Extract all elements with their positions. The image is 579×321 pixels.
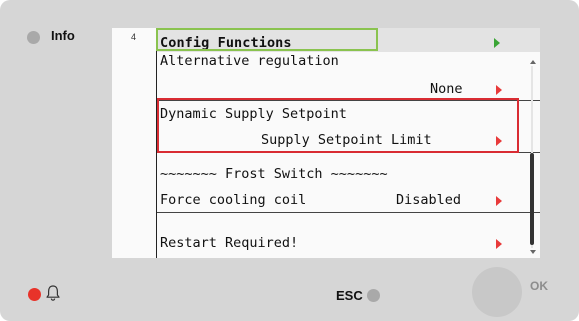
row-divider	[157, 212, 540, 213]
info-label: Info	[51, 28, 75, 43]
scroll-thumb[interactable]	[530, 153, 534, 245]
alt-regulation-value[interactable]: None	[430, 81, 463, 97]
alt-regulation-label[interactable]: Alternative regulation	[160, 53, 339, 69]
ok-button-icon[interactable]	[472, 267, 522, 317]
bell-icon[interactable]	[45, 284, 61, 302]
scroll-down-icon[interactable]	[530, 250, 536, 254]
info-led-icon[interactable]	[27, 31, 40, 44]
menu-arrow-icon[interactable]	[494, 38, 500, 48]
control-panel: Info 4 Config Functions Alternative regu…	[0, 0, 579, 321]
restart-required-label[interactable]: Restart Required!	[160, 235, 298, 251]
force-cooling-arrow-icon[interactable]	[496, 196, 502, 206]
force-cooling-label[interactable]: Force cooling coil	[160, 192, 306, 208]
line-number: 4	[131, 32, 137, 42]
force-cooling-value[interactable]: Disabled	[396, 192, 461, 208]
ok-label: OK	[530, 279, 548, 293]
scroll-up-icon[interactable]	[530, 60, 536, 64]
alarm-led-icon[interactable]	[28, 288, 41, 301]
esc-button-icon[interactable]	[367, 289, 380, 302]
focus-frame[interactable]	[156, 28, 378, 51]
frost-switch-header: ~~~~~~~ Frost Switch ~~~~~~~	[160, 166, 388, 182]
selected-item-highlight	[157, 98, 519, 153]
restart-arrow-icon[interactable]	[496, 239, 502, 249]
esc-label: ESC	[336, 288, 363, 303]
alt-regulation-arrow-icon[interactable]	[496, 85, 502, 95]
